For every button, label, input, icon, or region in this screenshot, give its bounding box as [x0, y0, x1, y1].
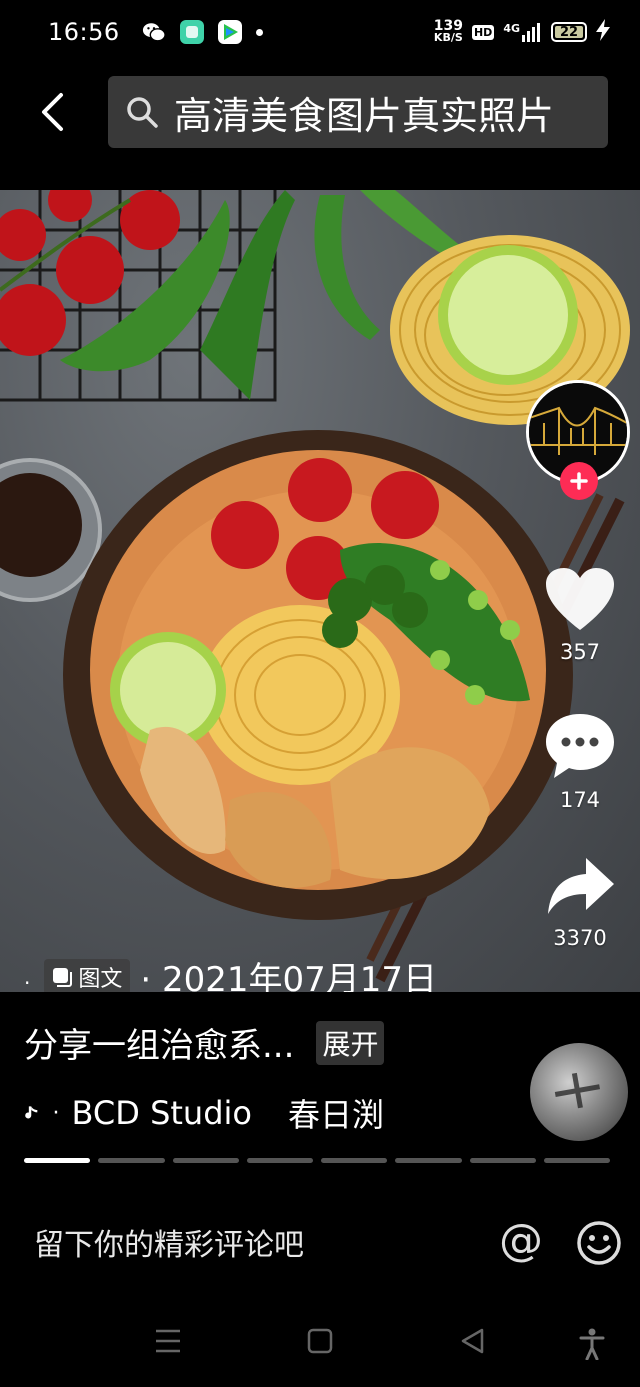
status-indicators: 139 KB/S HD 4G 22: [434, 19, 610, 45]
comment-icon: [546, 714, 614, 778]
music-disc[interactable]: [530, 1043, 628, 1141]
like-count: 357: [559, 640, 601, 664]
post-caption: 分享一组治愈系... 展开: [24, 1018, 385, 1067]
progress-segment: [172, 1158, 239, 1163]
signal-icon: 4G: [503, 22, 542, 42]
hd-badge: HD: [471, 24, 495, 40]
accessibility-icon: [579, 1328, 605, 1361]
status-app-icons: [142, 20, 263, 44]
airplane-icon: [554, 1072, 601, 1109]
progress-segment: [98, 1158, 165, 1163]
accessibility-button[interactable]: [578, 1328, 606, 1364]
net-speed: 139 KB/S: [433, 19, 463, 44]
search-bar[interactable]: 高清美食图片真实照片: [108, 76, 608, 148]
share-arrow-icon: [548, 858, 614, 914]
post-meta-line: . 图文 · 2021年07月17日: [24, 952, 437, 992]
net-speed-unit: KB/S: [433, 31, 463, 44]
music-author: BCD Studio: [71, 1094, 252, 1132]
notification-dot: [255, 28, 263, 36]
meta-dot: .: [24, 964, 31, 989]
menu-icon: [156, 1329, 180, 1353]
image-post-badge: 图文: [44, 958, 131, 992]
progress-segment: [469, 1158, 536, 1163]
signal-type: 4G: [503, 22, 520, 35]
image-post-badge-label: 图文: [78, 966, 123, 992]
comment-input[interactable]: 留下你的精彩评论吧: [34, 1220, 304, 1264]
square-icon: [307, 1328, 333, 1354]
music-note-icon: [25, 1106, 38, 1119]
battery-level: 22: [559, 24, 579, 40]
heart-icon: [546, 568, 614, 630]
app-icon-green: [179, 20, 204, 44]
image-progress-indicator: [24, 1158, 610, 1163]
home-button[interactable]: [307, 1328, 333, 1358]
progress-segment: [321, 1158, 388, 1163]
tencent-video-icon: [217, 20, 242, 44]
share-button[interactable]: 3370: [540, 856, 620, 950]
share-count: 3370: [553, 926, 607, 950]
system-nav-bar: [0, 1300, 640, 1387]
charging-icon: [596, 19, 610, 45]
search-query: 高清美食图片真实照片: [174, 93, 555, 138]
comment-count: 174: [559, 788, 601, 812]
triangle-back-icon: [461, 1328, 484, 1354]
search-icon: [127, 97, 158, 128]
image-stack-icon: [53, 967, 73, 987]
progress-segment: [543, 1158, 610, 1163]
smiley-icon: [577, 1221, 621, 1265]
expand-button[interactable]: 展开: [316, 1020, 385, 1065]
music-info[interactable]: · BCD Studio 春日渕: [24, 1090, 384, 1136]
menu-button[interactable]: [154, 1328, 182, 1358]
wechat-icon: [142, 20, 166, 44]
music-title: 春日渕: [287, 1096, 384, 1134]
caption-text: 分享一组治愈系...: [24, 1026, 295, 1066]
follow-button[interactable]: [560, 462, 598, 500]
back-nav-button[interactable]: [460, 1328, 486, 1358]
emoji-button[interactable]: [576, 1220, 622, 1266]
status-bar: 16:56 139 KB/S HD 4G 22: [0, 0, 640, 64]
comment-button[interactable]: 174: [540, 712, 620, 812]
post-date: · 2021年07月17日: [140, 960, 438, 992]
back-button[interactable]: [30, 88, 74, 136]
battery-indicator: 22: [551, 22, 587, 42]
chevron-left-icon: [42, 93, 63, 131]
plus-icon: [570, 472, 588, 490]
progress-segment: [395, 1158, 462, 1163]
progress-segment: [24, 1158, 91, 1163]
like-button[interactable]: 357: [540, 566, 620, 664]
mention-button[interactable]: @: [496, 1216, 546, 1266]
music-separator: ·: [52, 1100, 60, 1126]
progress-segment: [246, 1158, 313, 1163]
status-time: 16:56: [48, 18, 120, 46]
